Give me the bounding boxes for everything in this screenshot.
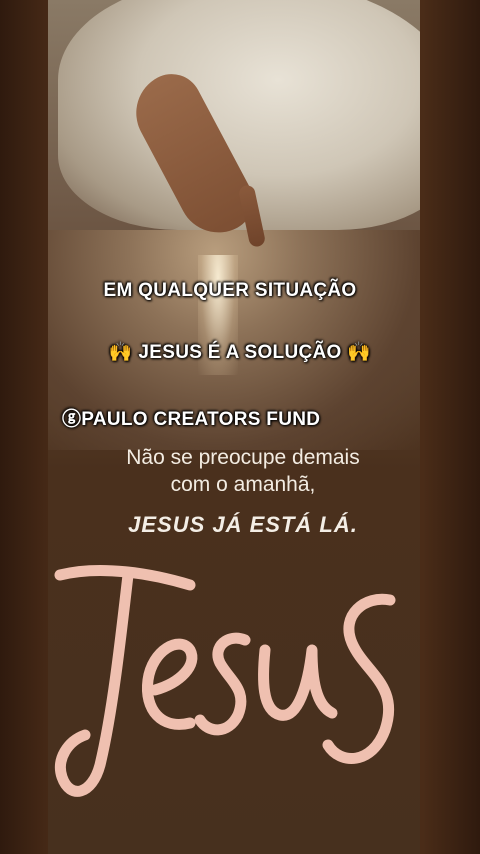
creator-handle: ⓖPAULO CREATORS FUND — [62, 409, 321, 430]
praise-hands-icon: 🙌 — [347, 342, 372, 363]
quote-line-2: com o amanhã, — [170, 473, 316, 496]
caption-line-1: EM QUALQUER SITUAÇÃO — [103, 280, 357, 301]
quote-line-1: Não se preocupe demais — [126, 446, 360, 469]
caption-line-2: 🙌 JESUS É A SOLUÇÃO 🙌 — [0, 340, 480, 364]
story-canvas: EM QUALQUER SITUAÇÃO 🙌 JESUS É A SOLUÇÃO… — [0, 0, 480, 854]
quote-line-3: JESUS JÁ ESTÁ LÁ. — [128, 512, 358, 537]
praise-hands-icon: 🙌 — [108, 342, 133, 363]
caption-line-2-text: JESUS É A SOLUÇÃO — [138, 342, 342, 363]
jesus-script-logo — [54, 564, 396, 797]
